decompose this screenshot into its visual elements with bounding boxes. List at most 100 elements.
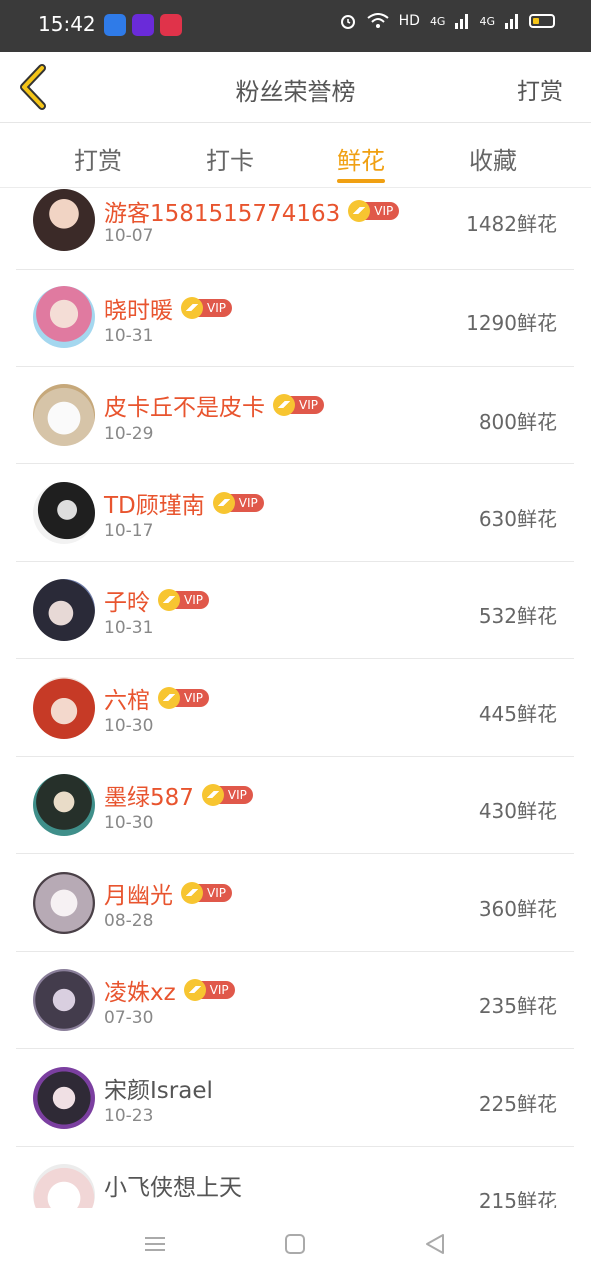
list-item[interactable]: 游客1581515774163 VIP 10-07 1482鲜花 (16, 188, 574, 270)
user-name: 晓时暖 (104, 298, 173, 324)
flower-count: 800鲜花 (478, 410, 557, 434)
user-name: 子昤 (104, 590, 150, 616)
status-time: 15:42 (38, 12, 96, 36)
flower-count: 532鲜花 (478, 604, 557, 628)
list-item[interactable]: 凌姝xz VIP 07-30 235鲜花 (16, 951, 574, 1049)
flower-count: 225鲜花 (478, 1092, 557, 1116)
row-date: 08-28 (104, 911, 154, 931)
tab-flowers[interactable]: 鲜花 (301, 141, 421, 176)
row-date: 10-31 (104, 326, 154, 346)
crown-icon (158, 589, 180, 611)
name-line: 墨绿587 VIP (104, 778, 253, 812)
name-line: 晓时暖 VIP (104, 291, 232, 325)
list-item[interactable]: 六棺 VIP 10-30 445鲜花 (16, 659, 574, 757)
row-date: 10-31 (104, 618, 154, 638)
list-item[interactable]: 宋颜Israel 10-23 225鲜花 (16, 1049, 574, 1147)
vip-badge: VIP (273, 394, 324, 416)
avatar (33, 969, 95, 1031)
tab-favorites[interactable]: 收藏 (433, 141, 553, 176)
name-line: TD顾瑾南 VIP (104, 486, 264, 520)
crown-icon (181, 882, 203, 904)
row-date: 10-17 (104, 521, 154, 541)
tab-checkin[interactable]: 打卡 (170, 141, 290, 176)
status-indicators: HD 4G 4G (339, 12, 555, 30)
user-name: TD顾瑾南 (104, 493, 205, 519)
row-date: 10-29 (104, 424, 154, 444)
flower-count: 215鲜花 (478, 1189, 557, 1208)
name-line: 小飞侠想上天 (104, 1168, 242, 1202)
avatar (33, 579, 95, 641)
system-nav-bar (0, 1208, 591, 1280)
ranking-list: 游客1581515774163 VIP 10-07 1482鲜花 晓时暖 VIP… (0, 188, 591, 1208)
list-item[interactable]: 墨绿587 VIP 10-30 430鲜花 (16, 756, 574, 854)
alarm-icon (340, 15, 355, 29)
user-name: 墨绿587 (104, 785, 194, 811)
vip-badge: VIP (181, 297, 232, 319)
menu-icon[interactable] (141, 1230, 169, 1258)
list-item[interactable]: TD顾瑾南 VIP 10-17 630鲜花 (16, 464, 574, 562)
name-line: 六棺 VIP (104, 681, 209, 715)
name-line: 子昤 VIP (104, 583, 209, 617)
vip-badge: VIP (158, 589, 209, 611)
avatar (33, 189, 95, 251)
blue-circle-app-icon (104, 14, 126, 36)
name-line: 月幽光 VIP (104, 876, 232, 910)
flower-count: 1290鲜花 (466, 311, 557, 335)
flower-count: 1482鲜花 (466, 212, 557, 236)
wifi-icon (367, 13, 389, 28)
signal-bars-icon (455, 14, 469, 29)
active-tab-indicator (337, 179, 385, 183)
user-name: 凌姝xz (104, 980, 176, 1006)
tab-reward[interactable]: 打赏 (38, 141, 158, 176)
page-title: 粉丝荣誉榜 (235, 78, 356, 106)
row-date: 07-30 (104, 1008, 154, 1028)
heart-app-icon (160, 14, 182, 36)
battery-icon (529, 14, 555, 28)
flower-count: 235鲜花 (478, 994, 557, 1018)
name-line: 凌姝xz VIP (104, 973, 235, 1007)
user-name: 小飞侠想上天 (104, 1175, 242, 1201)
avatar (33, 482, 95, 544)
vip-badge: VIP (212, 492, 264, 514)
user-name: 皮卡丘不是皮卡 (104, 395, 265, 421)
video-app-icon (132, 14, 154, 36)
crown-icon (158, 687, 180, 709)
user-name: 月幽光 (104, 883, 173, 909)
vip-badge: VIP (158, 687, 209, 709)
row-date: 10-23 (104, 1106, 154, 1126)
status-app-icons (104, 14, 182, 36)
tab-bar: 打赏 打卡 鲜花 收藏 (0, 123, 591, 188)
row-date: 10-30 (104, 813, 154, 833)
crown-icon (212, 492, 235, 514)
signal-4g-1: 4G (429, 14, 446, 28)
user-name: 游客1581515774163 (104, 201, 341, 227)
avatar (33, 677, 95, 739)
crown-icon (181, 297, 203, 319)
avatar (33, 384, 95, 446)
signal-4g-2: 4G (479, 14, 495, 28)
header-bar: 粉丝荣誉榜 打赏 (0, 52, 591, 123)
list-item[interactable]: 月幽光 VIP 08-28 360鲜花 (16, 854, 574, 952)
list-item[interactable]: 子昤 VIP 10-31 532鲜花 (16, 561, 574, 659)
crown-icon (273, 394, 295, 416)
flower-count: 430鲜花 (478, 799, 557, 823)
hd-label: HD (398, 13, 420, 29)
user-name: 宋颜Israel (104, 1078, 213, 1104)
vip-badge: VIP (183, 979, 235, 1001)
list-item[interactable]: 晓时暖 VIP 10-31 1290鲜花 (16, 269, 574, 367)
avatar (33, 1164, 95, 1208)
user-name: 六棺 (104, 688, 150, 714)
signal-bars-icon (505, 14, 518, 29)
name-line: 游客1581515774163 VIP (104, 194, 400, 228)
row-date: 10-30 (104, 716, 154, 736)
vip-badge: VIP (181, 882, 232, 904)
home-square-icon[interactable] (281, 1230, 309, 1258)
flower-count: 445鲜花 (478, 702, 557, 726)
list-item[interactable]: 皮卡丘不是皮卡 VIP 10-29 800鲜花 (16, 366, 574, 464)
reward-button[interactable]: 打赏 (517, 72, 563, 106)
list-item[interactable]: 小飞侠想上天 215鲜花 (16, 1146, 574, 1208)
avatar (33, 286, 95, 348)
vip-badge: VIP (201, 784, 253, 806)
name-line: 宋颜Israel (104, 1071, 213, 1105)
back-triangle-icon[interactable] (421, 1230, 449, 1258)
